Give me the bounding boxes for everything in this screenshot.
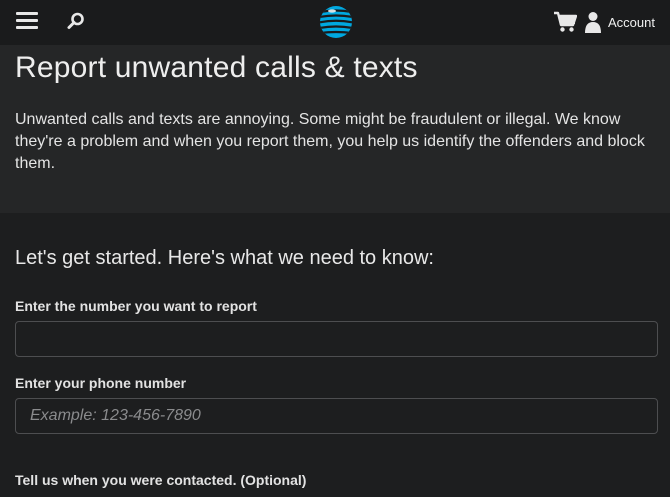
form-heading: Let's get started. Here's what we need t… <box>15 247 434 269</box>
hero-section: Report unwanted calls & texts Unwanted c… <box>0 45 670 213</box>
top-nav-bar: Account <box>0 0 670 45</box>
report-form: Let's get started. Here's what we need t… <box>0 213 670 497</box>
reported-number-label: Enter the number you want to report <box>15 298 257 314</box>
contact-time-label: Tell us when you were contacted. (Option… <box>15 472 307 488</box>
reported-number-input[interactable] <box>15 321 658 357</box>
page-title: Report unwanted calls & texts <box>15 51 418 84</box>
search-icon[interactable] <box>66 11 86 31</box>
account-link[interactable]: Account <box>584 10 655 34</box>
att-globe-logo[interactable] <box>318 4 354 40</box>
your-number-input[interactable] <box>15 398 658 434</box>
account-label: Account <box>608 14 655 30</box>
your-number-label: Enter your phone number <box>15 375 187 391</box>
cart-icon[interactable] <box>553 11 578 33</box>
hero-description: Unwanted calls and texts are annoying. S… <box>15 111 645 172</box>
person-icon <box>584 11 602 33</box>
menu-icon[interactable] <box>16 12 38 30</box>
